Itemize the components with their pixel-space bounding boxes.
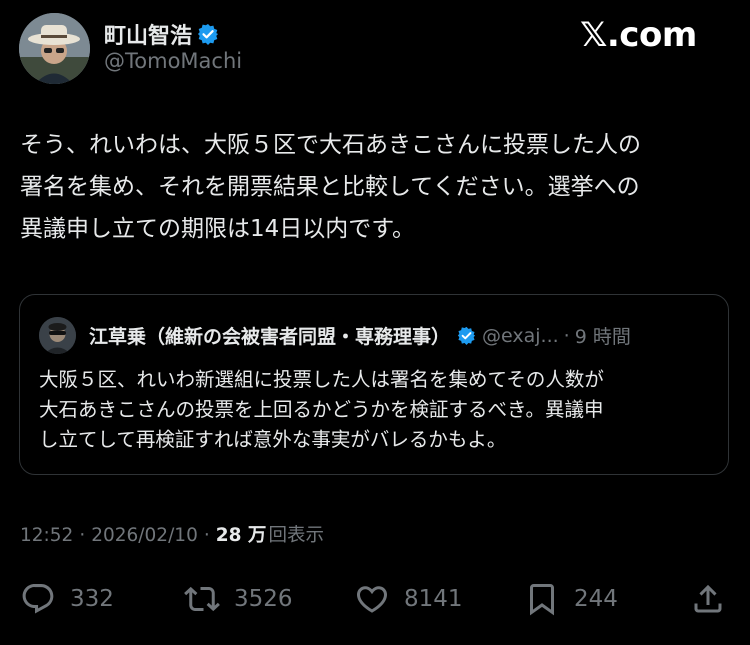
reply-icon bbox=[22, 584, 54, 614]
tweet-time[interactable]: 12:52 bbox=[20, 525, 73, 546]
reply-button[interactable]: 332 bbox=[20, 576, 114, 622]
quoted-timestamp[interactable]: 9 時間 bbox=[575, 322, 631, 349]
author-name[interactable]: 町山智浩 bbox=[104, 18, 219, 50]
repost-button[interactable]: 3526 bbox=[184, 576, 293, 622]
quoted-tweet[interactable]: 江草乗（維新の会被害者同盟・専務理事） @exaj... · 9 時間 大阪５区… bbox=[19, 294, 729, 475]
quoted-author-name[interactable]: 江草乗（維新の会被害者同盟・専務理事） bbox=[89, 322, 450, 349]
quoted-profile-photo-icon bbox=[39, 317, 76, 354]
tweet-meta: 12:52 · 2026/02/10 · 28 万 回表示 bbox=[20, 521, 324, 547]
profile-photo-icon bbox=[19, 13, 90, 84]
verified-badge-icon bbox=[198, 24, 219, 45]
like-count: 8141 bbox=[404, 586, 463, 612]
bookmark-button[interactable]: 244 bbox=[524, 576, 618, 622]
repost-count: 3526 bbox=[234, 586, 293, 612]
quoted-tweet-text: 大阪５区、れいわ新選組に投票した人は署名を集めてその人数が 大石あきこさんの投票… bbox=[39, 368, 604, 451]
quoted-header: 江草乗（維新の会被害者同盟・専務理事） @exaj... · 9 時間 bbox=[89, 322, 719, 349]
x-com-logo: 𝕏.com bbox=[580, 15, 697, 55]
author-avatar[interactable] bbox=[19, 13, 90, 84]
quoted-verified-badge-icon bbox=[457, 326, 476, 345]
quoted-author-handle[interactable]: @exaj... bbox=[482, 325, 559, 347]
author-handle[interactable]: @TomoMachi bbox=[104, 49, 242, 73]
views-count: 28 万 bbox=[215, 525, 267, 546]
bookmark-icon bbox=[530, 584, 554, 616]
tweet-date[interactable]: 2026/02/10 bbox=[91, 525, 198, 546]
bookmark-count: 244 bbox=[574, 586, 618, 612]
action-bar: 332 3526 8141 244 bbox=[0, 576, 750, 622]
tweet-text: そう、れいわは、大阪５区で大石あきこさんに投票した人の 署名を集め、それを開票結… bbox=[20, 132, 641, 242]
author-name-text: 町山智浩 bbox=[104, 24, 193, 49]
share-button[interactable] bbox=[690, 576, 726, 622]
reply-count: 332 bbox=[70, 586, 114, 612]
quoted-author-avatar[interactable] bbox=[39, 317, 76, 354]
like-button[interactable]: 8141 bbox=[354, 576, 463, 622]
views-label: 回表示 bbox=[268, 525, 324, 546]
quoted-separator: · bbox=[563, 324, 570, 347]
heart-icon bbox=[356, 586, 388, 613]
share-icon bbox=[694, 584, 722, 613]
meta-separator: · bbox=[79, 525, 86, 546]
repost-icon bbox=[184, 586, 220, 612]
meta-separator-2: · bbox=[203, 525, 210, 546]
